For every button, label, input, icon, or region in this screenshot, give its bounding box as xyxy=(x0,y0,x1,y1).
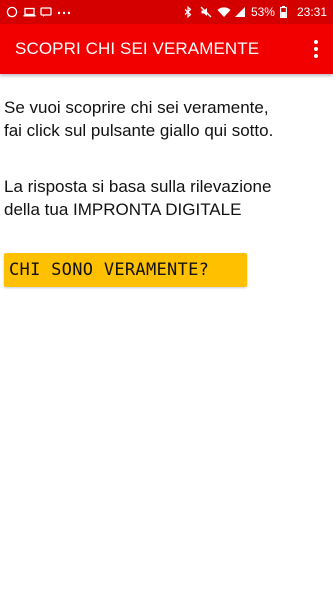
status-bar-left xyxy=(6,6,71,18)
intro-line-2: fai click sul pulsante giallo qui sotto. xyxy=(4,121,274,140)
mute-icon xyxy=(200,6,212,18)
app-title: SCOPRI CHI SEI VERAMENTE xyxy=(15,39,260,58)
laptop-icon xyxy=(23,6,36,18)
bluetooth-icon xyxy=(183,6,195,18)
wifi-icon xyxy=(217,6,231,18)
menu-dot xyxy=(314,54,318,58)
info-line-2: della tua IMPRONTA DIGITALE xyxy=(4,200,242,219)
more-dots-icon xyxy=(57,6,71,18)
status-bar-right: 53% 23:31 xyxy=(183,5,327,19)
menu-dot xyxy=(314,40,318,44)
who-am-i-button[interactable]: CHI SONO VERAMENTE? xyxy=(4,253,247,287)
whatsapp-icon xyxy=(6,6,18,18)
message-icon xyxy=(40,6,52,18)
menu-dot xyxy=(314,47,318,51)
main-content: Se vuoi scoprire chi sei veramente, fai … xyxy=(4,96,330,221)
battery-percent: 53% xyxy=(250,5,275,19)
battery-icon xyxy=(280,6,292,18)
clock: 23:31 xyxy=(296,5,327,19)
screen: 53% 23:31 SCOPRI CHI SEI VERAMENTE Se vu… xyxy=(0,0,333,592)
intro-line-1: Se vuoi scoprire chi sei veramente, xyxy=(4,98,269,117)
overflow-menu-icon[interactable] xyxy=(311,38,321,60)
signal-icon xyxy=(234,6,246,18)
status-bar: 53% 23:31 xyxy=(0,0,333,24)
info-line-1: La risposta si basa sulla rilevazione xyxy=(4,177,272,196)
app-bar: SCOPRI CHI SEI VERAMENTE xyxy=(0,24,333,74)
